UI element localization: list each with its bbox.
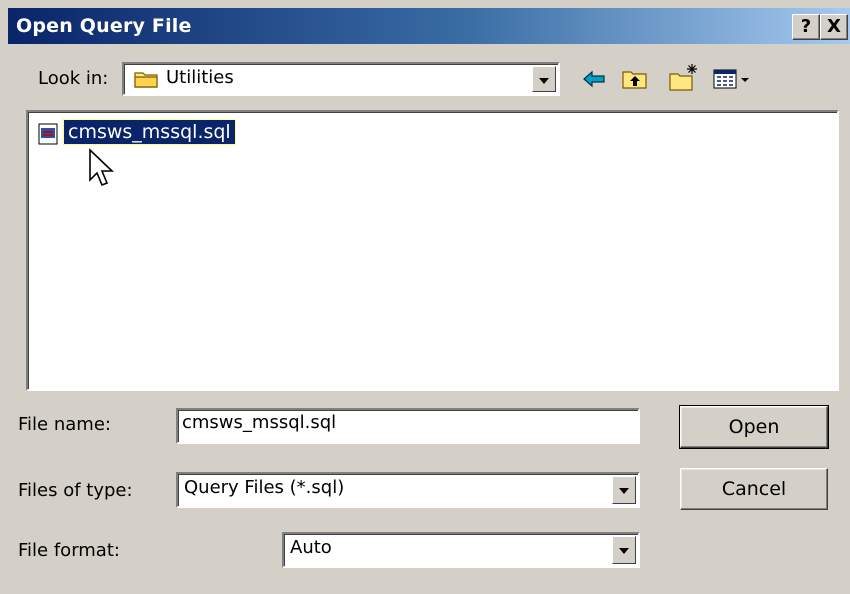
file-name-label-text: File name: (18, 414, 111, 435)
close-button[interactable]: X (820, 14, 848, 40)
files-of-type-label: Files of type: (18, 480, 133, 501)
look-in-combo[interactable]: Utilities (122, 62, 560, 96)
look-in-value: Utilities (166, 67, 234, 88)
up-folder-icon[interactable] (620, 64, 650, 94)
files-of-type-dropdown-button[interactable] (612, 476, 636, 504)
mouse-cursor-icon (88, 148, 116, 193)
title-bar[interactable]: Open Query File ? X (8, 8, 850, 44)
look-in-dropdown-button[interactable] (532, 66, 556, 92)
sql-file-icon (36, 122, 60, 151)
file-name-input[interactable] (176, 408, 640, 444)
file-format-dropdown-button[interactable] (612, 536, 636, 564)
back-arrow-icon[interactable] (580, 64, 610, 94)
file-name-field[interactable] (182, 412, 632, 433)
new-folder-icon[interactable] (668, 62, 698, 92)
views-menu-icon[interactable] (712, 64, 760, 94)
files-of-type-value: Query Files (*.sql) (184, 477, 345, 498)
files-of-type-select[interactable]: Query Files (*.sql) (176, 472, 640, 508)
open-button[interactable]: Open (679, 405, 829, 449)
file-name-label: cmsws_mssql.sql (63, 119, 236, 145)
help-button[interactable]: ? (792, 14, 820, 40)
look-in-label: Look in: (38, 68, 109, 89)
window-title: Open Query File (16, 15, 192, 37)
file-format-label: File format: (18, 540, 120, 561)
cancel-button[interactable]: Cancel (680, 468, 828, 510)
file-list[interactable]: cmsws_mssql.sql (26, 110, 839, 391)
file-format-select[interactable]: Auto (282, 532, 640, 568)
folder-icon (134, 69, 160, 94)
file-format-value: Auto (290, 537, 332, 558)
